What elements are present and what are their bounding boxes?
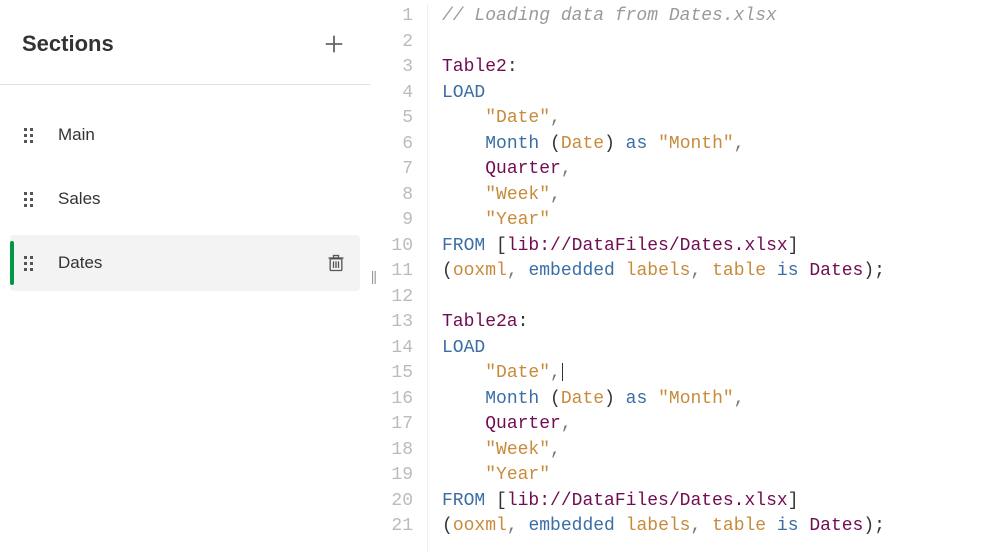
- delete-section-button[interactable]: [326, 252, 346, 274]
- line-number-gutter: 123456789101112131415161718192021: [370, 4, 428, 552]
- drag-handle-icon[interactable]: [24, 123, 40, 147]
- line-number: 3: [370, 55, 413, 81]
- code-line[interactable]: "Year": [442, 463, 885, 489]
- line-number: 21: [370, 514, 413, 540]
- section-item-label: Main: [58, 125, 346, 145]
- code-line[interactable]: FROM [lib://DataFiles/Dates.xlsx]: [442, 234, 885, 260]
- code-line[interactable]: Table2:: [442, 55, 885, 81]
- line-number: 8: [370, 183, 413, 209]
- line-number: 11: [370, 259, 413, 285]
- line-number: 15: [370, 361, 413, 387]
- line-number: 12: [370, 285, 413, 311]
- line-number: 7: [370, 157, 413, 183]
- trash-icon: [326, 252, 346, 274]
- line-number: 5: [370, 106, 413, 132]
- sections-sidebar: Sections MainSalesDates ||: [0, 0, 370, 552]
- line-number: 14: [370, 336, 413, 362]
- code-line[interactable]: "Year": [442, 208, 885, 234]
- section-item-sales[interactable]: Sales: [10, 171, 360, 227]
- sidebar-title: Sections: [22, 31, 114, 57]
- line-number: 17: [370, 412, 413, 438]
- text-cursor: [562, 363, 563, 381]
- section-item-label: Sales: [58, 189, 346, 209]
- code-line[interactable]: Month (Date) as "Month",: [442, 132, 885, 158]
- code-line[interactable]: "Date",: [442, 361, 885, 387]
- code-line[interactable]: [442, 30, 885, 56]
- sidebar-header: Sections: [0, 0, 370, 78]
- code-line[interactable]: "Date",: [442, 106, 885, 132]
- drag-handle-icon[interactable]: [24, 251, 40, 275]
- code-line[interactable]: FROM [lib://DataFiles/Dates.xlsx]: [442, 489, 885, 515]
- code-line[interactable]: [442, 285, 885, 311]
- line-number: 6: [370, 132, 413, 158]
- section-item-main[interactable]: Main: [10, 107, 360, 163]
- app-root: Sections MainSalesDates || 1234567891011…: [0, 0, 987, 552]
- code-line[interactable]: Quarter,: [442, 157, 885, 183]
- line-number: 19: [370, 463, 413, 489]
- code-line[interactable]: Quarter,: [442, 412, 885, 438]
- section-item-label: Dates: [58, 253, 326, 273]
- section-item-dates[interactable]: Dates: [10, 235, 360, 291]
- line-number: 18: [370, 438, 413, 464]
- code-line[interactable]: LOAD: [442, 81, 885, 107]
- code-line[interactable]: Month (Date) as "Month",: [442, 387, 885, 413]
- line-number: 9: [370, 208, 413, 234]
- line-number: 1: [370, 4, 413, 30]
- code-line[interactable]: Table2a:: [442, 310, 885, 336]
- code-area[interactable]: // Loading data from Dates.xlsx Table2:L…: [428, 4, 885, 552]
- section-list: Main Sales Dates: [0, 85, 370, 301]
- code-line[interactable]: (ooxml, embedded labels, table is Dates)…: [442, 259, 885, 285]
- line-number: 10: [370, 234, 413, 260]
- line-number: 20: [370, 489, 413, 515]
- resize-handle[interactable]: ||: [371, 268, 376, 284]
- line-number: 2: [370, 30, 413, 56]
- plus-icon: [323, 33, 345, 55]
- code-line[interactable]: // Loading data from Dates.xlsx: [442, 4, 885, 30]
- line-number: 16: [370, 387, 413, 413]
- line-number: 13: [370, 310, 413, 336]
- add-section-button[interactable]: [320, 30, 348, 58]
- code-line[interactable]: "Week",: [442, 438, 885, 464]
- code-line[interactable]: (ooxml, embedded labels, table is Dates)…: [442, 514, 885, 540]
- line-number: 4: [370, 81, 413, 107]
- code-line[interactable]: "Week",: [442, 183, 885, 209]
- script-editor[interactable]: 123456789101112131415161718192021 // Loa…: [370, 0, 987, 552]
- drag-handle-icon[interactable]: [24, 187, 40, 211]
- code-line[interactable]: LOAD: [442, 336, 885, 362]
